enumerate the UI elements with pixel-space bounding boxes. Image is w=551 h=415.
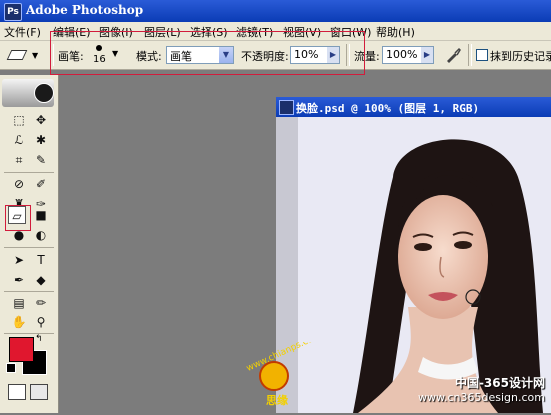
menu-select[interactable]: 选择(S) bbox=[190, 24, 228, 40]
gradient-icon[interactable]: ■ bbox=[32, 206, 50, 224]
divider bbox=[468, 44, 472, 66]
window-title: Adobe Photoshop bbox=[26, 3, 144, 17]
menu-layer[interactable]: 图层(L) bbox=[144, 24, 181, 40]
flow-label: 流量: bbox=[354, 50, 380, 63]
path-selection-icon[interactable]: ➤ bbox=[10, 251, 28, 269]
eraser-icon bbox=[6, 50, 28, 60]
move-icon[interactable]: ✥ bbox=[32, 111, 50, 129]
default-colors-icon[interactable] bbox=[6, 363, 16, 373]
shape-icon[interactable]: ◆ bbox=[32, 271, 50, 289]
brush-picker-arrow-icon[interactable]: ▼ bbox=[112, 49, 118, 58]
toolbox-header bbox=[2, 79, 54, 107]
watermark-site-cn: 中国-365设计网 bbox=[454, 376, 545, 390]
document-icon bbox=[279, 100, 294, 115]
eyedropper-icon[interactable]: ✏ bbox=[32, 294, 50, 312]
options-bar: ▼ 画笔: 16 ▼ 模式: 画笔 ▼ 不透明度: 10% ▶ 流量: 100%… bbox=[0, 41, 551, 70]
divider bbox=[346, 44, 350, 66]
menu-filter[interactable]: 滤镜(T) bbox=[236, 24, 273, 40]
divider bbox=[4, 172, 54, 173]
menu-bar: 文件(F) 编辑(E) 图像(I) 图层(L) 选择(S) 滤镜(T) 视图(V… bbox=[0, 22, 551, 41]
erase-to-history-label: 抹到历史记录 bbox=[490, 50, 551, 63]
menu-help[interactable]: 帮助(H) bbox=[376, 24, 415, 40]
type-icon[interactable]: T bbox=[32, 251, 50, 269]
opacity-value: 10% bbox=[294, 48, 319, 61]
divider bbox=[4, 333, 54, 334]
menu-window[interactable]: 窗口(W) bbox=[330, 24, 371, 40]
menu-edit[interactable]: 编辑(E) bbox=[53, 24, 91, 40]
zoom-icon[interactable]: ⚲ bbox=[32, 313, 50, 331]
menu-file[interactable]: 文件(F) bbox=[4, 24, 41, 40]
watermark-site: 中国-365设计网 www.cn365design.com bbox=[418, 374, 545, 404]
mode-label: 模式: bbox=[136, 50, 162, 63]
mode-select[interactable]: 画笔 ▼ bbox=[166, 46, 234, 64]
opacity-field[interactable]: 10% ▶ bbox=[290, 46, 340, 64]
toolbox: ⬚ ✥ ℒ ✱ ⌗ ✎ ⊘ ✐ ♜ ✑ ▱ ■ ● ◐ ➤ T ✒ ◆ ▤ ✏ … bbox=[0, 75, 59, 413]
divider bbox=[50, 44, 54, 66]
divider bbox=[4, 291, 54, 292]
healing-brush-icon[interactable]: ⊘ bbox=[10, 175, 28, 193]
magic-wand-icon[interactable]: ✱ bbox=[32, 131, 50, 149]
hand-icon[interactable]: ✋ bbox=[10, 313, 28, 331]
title-bar: Ps Adobe Photoshop bbox=[0, 0, 551, 22]
flow-field[interactable]: 100% ▶ bbox=[382, 46, 434, 64]
watermark-logo-sub: 思缘 bbox=[266, 393, 288, 407]
opacity-label: 不透明度: bbox=[241, 50, 289, 63]
dodge-icon[interactable]: ◐ bbox=[32, 226, 50, 244]
airbrush-toggle-icon[interactable] bbox=[444, 46, 462, 64]
divider bbox=[4, 247, 54, 248]
slice-icon[interactable]: ✎ bbox=[32, 151, 50, 169]
tool-preset-picker[interactable]: ▼ bbox=[6, 45, 44, 65]
watermark-site-url: www.cn365design.com bbox=[418, 391, 545, 404]
document-title-bar[interactable]: 换脸.psd @ 100% (图层 1, RGB) bbox=[276, 97, 551, 117]
menu-image[interactable]: 图像(I) bbox=[99, 24, 133, 40]
quick-mask-mode-icon[interactable] bbox=[30, 384, 48, 400]
marquee-icon[interactable]: ⬚ bbox=[10, 111, 28, 129]
adobe-online-icon[interactable] bbox=[34, 83, 54, 103]
lasso-icon[interactable]: ℒ bbox=[10, 131, 28, 149]
brush-label: 画笔: bbox=[58, 50, 84, 63]
flow-value: 100% bbox=[386, 48, 418, 61]
brush-size: 16 bbox=[93, 54, 106, 65]
pen-icon[interactable]: ✒ bbox=[10, 271, 28, 289]
swap-colors-icon[interactable]: ↰ bbox=[35, 334, 43, 344]
watermark-logo: www.chianps.com 思缘 bbox=[228, 331, 338, 412]
foreground-color-swatch[interactable] bbox=[9, 337, 34, 362]
erase-to-history-checkbox[interactable] bbox=[476, 49, 488, 61]
photoshop-app-icon[interactable]: Ps bbox=[4, 3, 22, 21]
flow-slider-arrow-icon[interactable]: ▶ bbox=[421, 47, 433, 63]
document-title: 换脸.psd @ 100% (图层 1, RGB) bbox=[296, 102, 480, 115]
notes-icon[interactable]: ▤ bbox=[10, 294, 28, 312]
chevron-down-icon: ▼ bbox=[219, 47, 233, 63]
brush-tip-icon[interactable] bbox=[96, 45, 102, 51]
brush-icon[interactable]: ✐ bbox=[32, 175, 50, 193]
opacity-slider-arrow-icon[interactable]: ▶ bbox=[327, 47, 339, 63]
crop-icon[interactable]: ⌗ bbox=[10, 151, 28, 169]
menu-view[interactable]: 视图(V) bbox=[283, 24, 321, 40]
highlight-box-eraser bbox=[5, 205, 31, 231]
mode-value: 画笔 bbox=[170, 50, 192, 63]
standard-mode-icon[interactable] bbox=[8, 384, 26, 400]
chevron-down-icon: ▼ bbox=[32, 51, 39, 60]
